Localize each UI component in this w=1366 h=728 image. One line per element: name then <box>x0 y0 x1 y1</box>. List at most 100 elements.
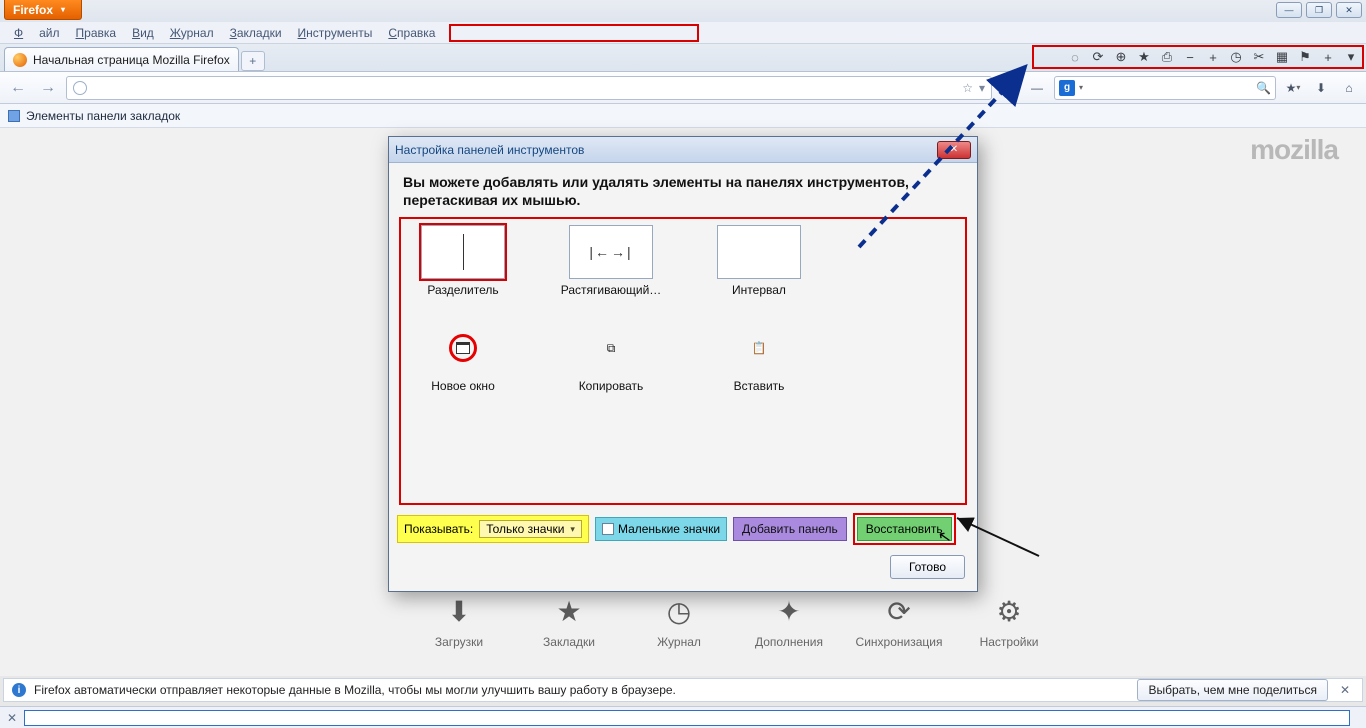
palette-item-paste[interactable]: 📋 Вставить <box>705 321 813 393</box>
quick-sync[interactable]: ⟳Синхронизация <box>860 593 938 649</box>
show-mode-dropdown[interactable]: Только значки <box>479 520 582 538</box>
quick-addons[interactable]: ✦Дополнения <box>750 593 828 649</box>
menu-tools[interactable]: Инструменты <box>290 24 381 42</box>
window-controls: — ❐ ✕ <box>1276 2 1362 18</box>
find-bar: ✕ <box>0 706 1366 728</box>
apps-grid-icon[interactable]: ▦ <box>1273 48 1291 66</box>
zoom-out-icon[interactable]: − <box>1181 48 1199 66</box>
add-panel-button[interactable]: Добавить панель <box>733 517 847 541</box>
firefox-menu-label: Firefox <box>13 3 53 17</box>
show-mode-group: Показывать: Только значки <box>397 515 589 543</box>
menu-help[interactable]: Справка <box>380 24 443 42</box>
show-label: Показывать: <box>404 522 473 536</box>
menu-history[interactable]: Журнал <box>162 24 222 42</box>
maximize-button[interactable]: ❐ <box>1306 2 1332 18</box>
downloads-button[interactable]: ⬇ <box>1310 77 1332 99</box>
url-input[interactable]: ☆ ▾ <box>66 76 992 100</box>
firefox-menu-button[interactable]: Firefox <box>4 0 82 20</box>
notice-text: Firefox автоматически отправляет некотор… <box>34 683 676 697</box>
done-button[interactable]: Готово <box>890 555 965 579</box>
print-icon[interactable]: ⎙ <box>1158 48 1176 66</box>
dialog-instruction: Вы можете добавлять или удалять элементы… <box>389 163 977 217</box>
reload-button[interactable]: ⟳ <box>998 77 1020 99</box>
separator-preview-icon <box>421 225 505 279</box>
small-icons-label: Маленькие значки <box>618 522 720 536</box>
download-icon: ⬇ <box>441 593 477 629</box>
annotation-redbox-menubar <box>449 24 699 42</box>
palette-item-flexible-space[interactable]: |←→| Растягивающий… <box>557 225 665 297</box>
copy-icon: ⧉ <box>569 321 653 375</box>
sync-icon: ⟳ <box>881 593 917 629</box>
clock-icon: ◷ <box>661 593 697 629</box>
history-icon[interactable]: ◷ <box>1227 48 1245 66</box>
startpage-quick-links: ⬇Загрузки ★Закладки ◷Журнал ✦Дополнения … <box>420 593 1048 649</box>
spacer-preview-icon <box>717 225 801 279</box>
bookmarks-bar-label[interactable]: Элементы панели закладок <box>26 109 180 123</box>
quick-settings[interactable]: ⚙Настройки <box>970 593 1048 649</box>
add-icon[interactable]: + <box>1319 48 1337 66</box>
quick-history[interactable]: ◷Журнал <box>640 593 718 649</box>
feed-icon[interactable]: ⚑ <box>1296 48 1314 66</box>
flexible-space-preview-icon: |←→| <box>569 225 653 279</box>
star-icon: ★ <box>551 593 587 629</box>
back-button[interactable]: ← <box>6 76 30 100</box>
findbar-close-button[interactable]: ✕ <box>4 710 20 726</box>
bookmarks-folder-icon <box>8 110 20 122</box>
new-tab-button[interactable]: + <box>241 51 265 71</box>
navbar: ← → ☆ ▾ ⟳ — g ▾ 🔍 ★▾ ⬇ ⌂ <box>0 72 1366 104</box>
telemetry-notice-bar: i Firefox автоматически отправляет некот… <box>3 678 1363 702</box>
palette-item-separator[interactable]: Разделитель <box>409 225 517 297</box>
dialog-close-button[interactable]: ✕ <box>937 141 971 159</box>
menu-edit[interactable]: Правка <box>68 24 125 42</box>
palette-item-new-window[interactable]: Новое окно <box>409 321 517 393</box>
dialog-titlebar[interactable]: Настройка панелей инструментов ✕ <box>389 137 977 163</box>
menu-file[interactable]: ФФайлайл <box>6 24 68 42</box>
globe-icon <box>73 81 87 95</box>
bookmarks-menu-button[interactable]: ★▾ <box>1282 77 1304 99</box>
annotation-redbox-items: Разделитель |←→| Растягивающий… Интервал… <box>399 217 967 505</box>
cut-icon[interactable]: ✂ <box>1250 48 1268 66</box>
dialog-bottom-controls: Показывать: Только значки Маленькие знач… <box>389 505 977 549</box>
locate-icon[interactable]: ⊕ <box>1112 48 1130 66</box>
search-input[interactable]: g ▾ 🔍 <box>1054 76 1276 100</box>
url-dropdown-icon[interactable]: ▾ <box>979 81 985 95</box>
notice-close-button[interactable]: ✕ <box>1336 683 1354 697</box>
minimize-button[interactable]: — <box>1276 2 1302 18</box>
mozilla-logo: mozilla <box>1250 134 1338 166</box>
dialog-title: Настройка панелей инструментов <box>395 143 584 157</box>
toolbar-custom-icons: ◌ ⟳ ⊕ ★ ⎙ − + ◷ ✂ ▦ ⚑ + ▾ <box>1066 48 1360 66</box>
find-input[interactable] <box>24 710 1350 726</box>
menu-view[interactable]: Вид <box>124 24 162 42</box>
home-button[interactable]: ⌂ <box>1338 77 1360 99</box>
choose-share-button[interactable]: Выбрать, чем мне поделиться <box>1137 679 1328 701</box>
overflow-dropdown-icon[interactable]: ▾ <box>1342 48 1360 66</box>
stop-button[interactable]: — <box>1026 77 1048 99</box>
google-engine-icon[interactable]: g <box>1059 80 1075 96</box>
bookmark-boxed-icon[interactable]: ★ <box>1135 48 1153 66</box>
bookmarks-bar: Элементы панели закладок <box>0 104 1366 128</box>
palette-item-spacer[interactable]: Интервал <box>705 225 813 297</box>
tab-active[interactable]: Начальная страница Mozilla Firefox <box>4 47 239 71</box>
small-icons-checkbox[interactable] <box>602 523 614 535</box>
gear-icon: ⚙ <box>991 593 1027 629</box>
forward-button[interactable]: → <box>36 76 60 100</box>
firefox-favicon-icon <box>13 53 27 67</box>
bookmark-star-icon[interactable]: ☆ <box>962 81 973 95</box>
quick-downloads[interactable]: ⬇Загрузки <box>420 593 498 649</box>
close-button[interactable]: ✕ <box>1336 2 1362 18</box>
zoom-in-icon[interactable]: + <box>1204 48 1222 66</box>
new-window-icon <box>456 342 470 354</box>
annotation-red-circle <box>449 334 477 362</box>
customize-toolbar-dialog: Настройка панелей инструментов ✕ Вы може… <box>388 136 978 592</box>
search-engine-dropdown-icon[interactable]: ▾ <box>1079 83 1083 92</box>
activity-icon[interactable]: ◌ <box>1066 48 1084 66</box>
reload-icon[interactable]: ⟳ <box>1089 48 1107 66</box>
menu-bookmarks[interactable]: Закладки <box>222 24 290 42</box>
search-magnify-icon[interactable]: 🔍 <box>1256 81 1271 95</box>
quick-bookmarks[interactable]: ★Закладки <box>530 593 608 649</box>
info-icon: i <box>12 683 26 697</box>
palette-item-copy[interactable]: ⧉ Копировать <box>557 321 665 393</box>
puzzle-icon: ✦ <box>771 593 807 629</box>
paste-icon: 📋 <box>717 321 801 375</box>
menubar: ФФайлайл Правка Вид Журнал Закладки Инст… <box>0 22 1366 44</box>
